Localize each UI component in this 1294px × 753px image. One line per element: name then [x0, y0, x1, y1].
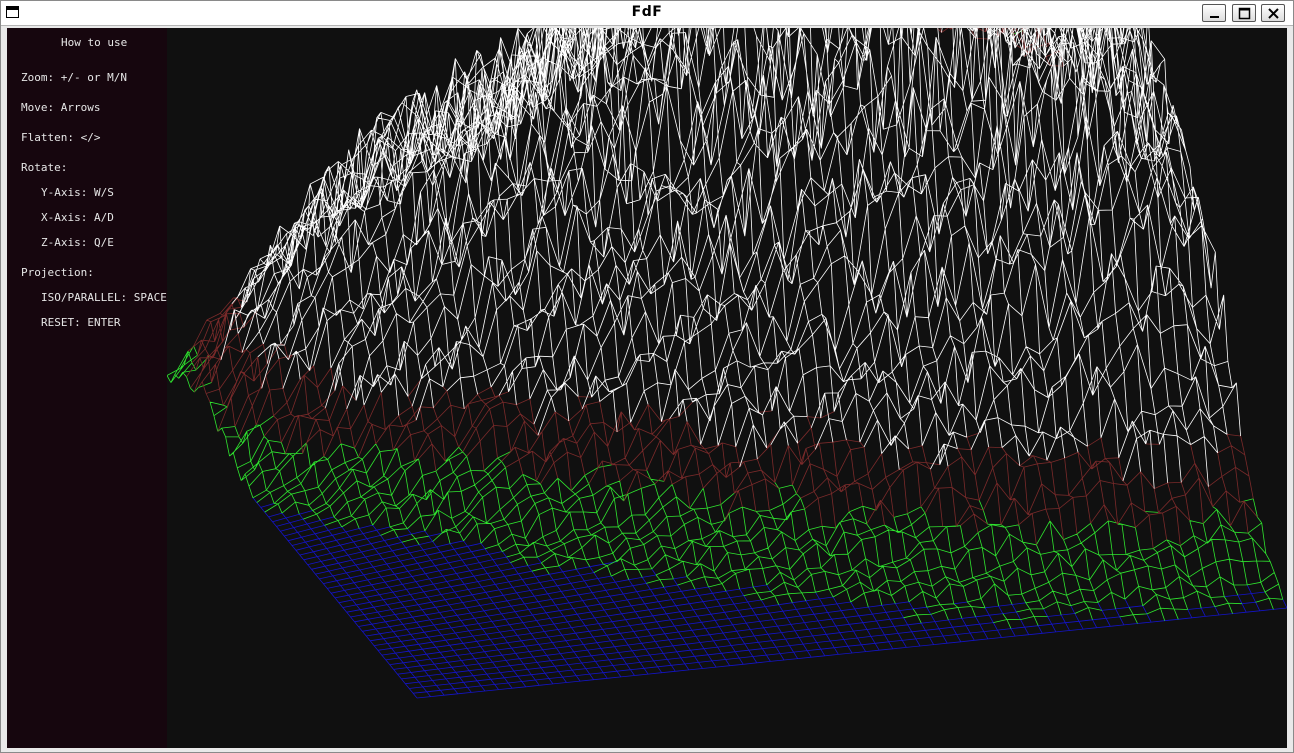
render-canvas[interactable]: How to use Zoom: +/- or M/N Move: Arrows… — [7, 28, 1287, 748]
window-title: FdF — [631, 4, 663, 20]
help-flatten: Flatten: </> — [21, 131, 101, 144]
help-reset: RESET: ENTER — [41, 316, 121, 329]
help-rotate: Rotate: — [21, 161, 68, 174]
close-icon — [1268, 8, 1279, 19]
close-button[interactable] — [1261, 4, 1285, 22]
fdf-window: FdF How to use Zoom: +/- or M/N Move: Ar… — [0, 0, 1294, 753]
help-zoom: Zoom: +/- or M/N — [21, 71, 127, 84]
help-iso-parallel: ISO/PARALLEL: SPACE — [41, 291, 167, 304]
minimize-icon — [1210, 16, 1219, 18]
help-panel: How to use Zoom: +/- or M/N Move: Arrows… — [7, 28, 167, 748]
terrain-wireframe[interactable] — [7, 28, 1287, 748]
help-z-axis: Z-Axis: Q/E — [41, 236, 114, 249]
help-move: Move: Arrows — [21, 101, 101, 114]
maximize-icon — [1238, 7, 1251, 20]
maximize-button[interactable] — [1232, 4, 1256, 22]
help-heading: How to use — [61, 36, 128, 49]
snow-mesh — [220, 28, 1241, 489]
title-bar[interactable]: FdF — [1, 1, 1293, 26]
help-projection: Projection: — [21, 266, 94, 279]
help-x-axis: X-Axis: A/D — [41, 211, 114, 224]
minimize-button[interactable] — [1202, 4, 1226, 22]
help-y-axis: Y-Axis: W/S — [41, 186, 114, 199]
